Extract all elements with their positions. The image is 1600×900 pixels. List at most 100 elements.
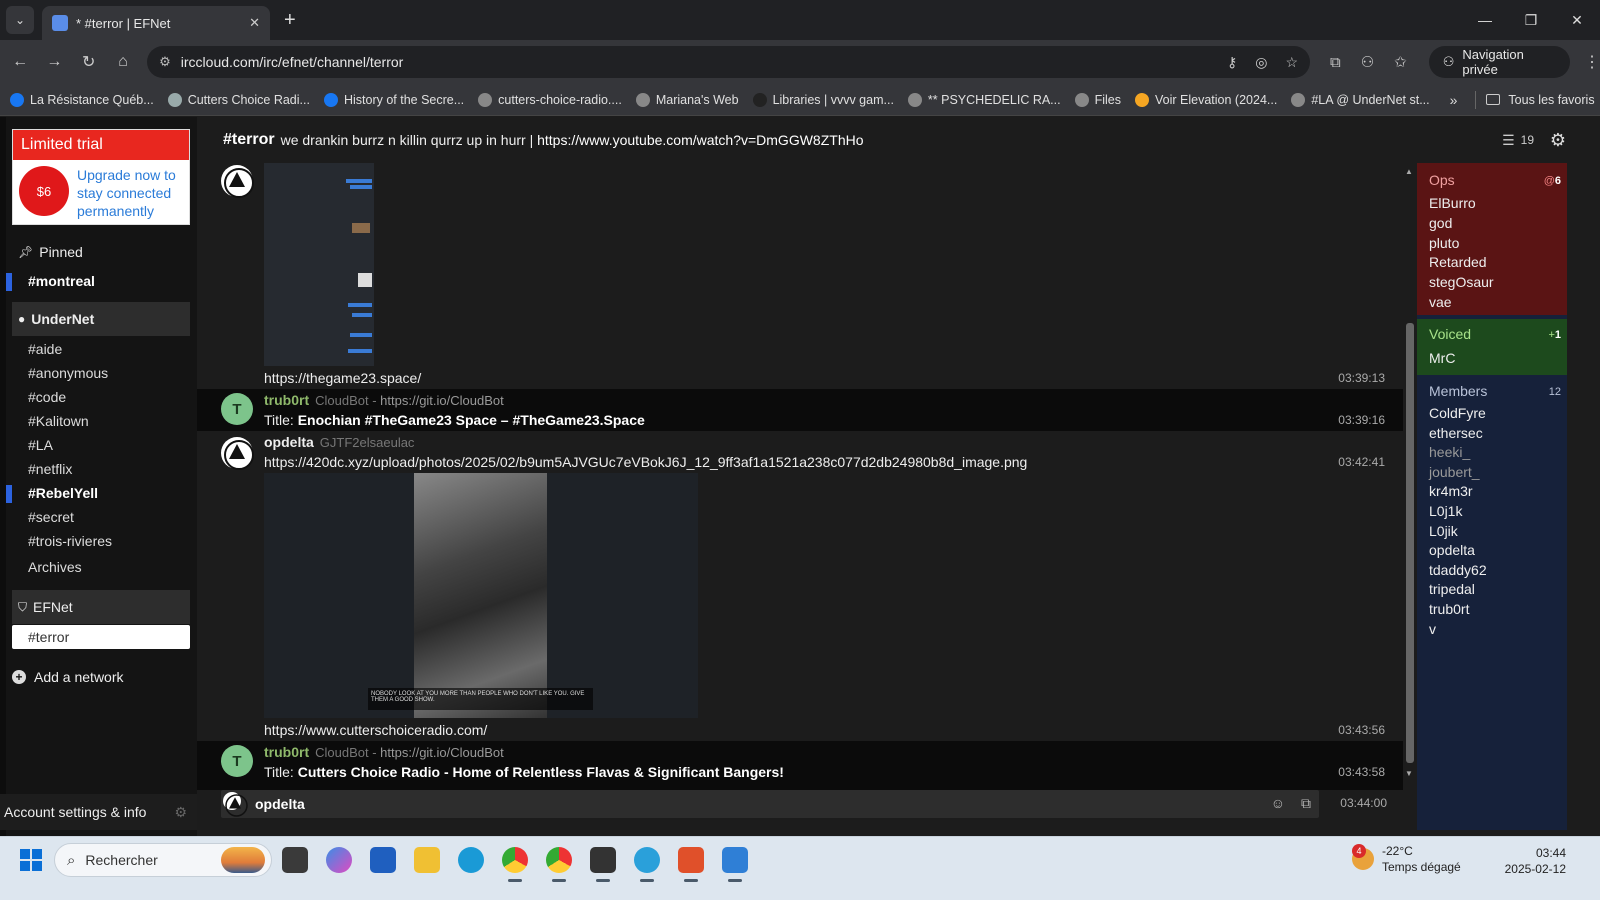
- system-clock[interactable]: 03:44 2025-02-12: [1505, 845, 1566, 877]
- user-avatar[interactable]: T: [221, 393, 253, 425]
- message-text[interactable]: https://420dc.xyz/upload/photos/2025/02/…: [264, 454, 1027, 470]
- message-input[interactable]: opdelta ☺ ⧉: [221, 790, 1319, 818]
- scroll-down-icon[interactable]: ▼: [1405, 769, 1413, 778]
- message-link[interactable]: https://420dc.xyz/upload/photos/2025/02/…: [264, 454, 1027, 470]
- user-avatar[interactable]: [221, 165, 254, 198]
- member-item[interactable]: Retarded: [1429, 254, 1487, 270]
- taskbar-search[interactable]: ⌕ Rechercher: [54, 843, 272, 877]
- browser-tab[interactable]: * #terror | EFNet ✕: [42, 6, 270, 40]
- sidebar-channel-item[interactable]: #trois-rivieres: [28, 533, 112, 549]
- message-scrollbar[interactable]: ▲ ▼: [1403, 163, 1417, 790]
- chrome-incognito-icon[interactable]: [546, 847, 572, 882]
- add-network-button[interactable]: + Add a network: [12, 669, 124, 685]
- member-item[interactable]: MrC: [1429, 350, 1455, 366]
- private-mode-badge[interactable]: ⚇ Navigation privée: [1428, 46, 1570, 78]
- task-view-icon[interactable]: [282, 847, 308, 873]
- tracking-eye-icon[interactable]: ◎: [1255, 54, 1267, 71]
- nick-text[interactable]: trub0rt: [264, 744, 309, 760]
- bookmark-item[interactable]: #LA @ UnderNet st...: [1291, 92, 1430, 107]
- member-item[interactable]: trub0rt: [1429, 601, 1469, 617]
- back-button[interactable]: ←: [6, 47, 34, 77]
- member-item[interactable]: L0jik: [1429, 523, 1458, 539]
- file-explorer-icon[interactable]: [414, 847, 440, 873]
- trial-banner[interactable]: Limited trial $6 Upgrade now to stay con…: [12, 129, 190, 225]
- message-nick[interactable]: trub0rt CloudBot - https://git.io/CloudBo…: [264, 744, 504, 760]
- sidebar-channel-item[interactable]: #anonymous: [28, 365, 108, 381]
- forward-button[interactable]: →: [40, 47, 68, 77]
- member-item[interactable]: ethersec: [1429, 425, 1483, 441]
- account-settings-button[interactable]: Account settings & info ⚙: [0, 794, 197, 830]
- all-bookmarks-button[interactable]: Tous les favoris: [1486, 93, 1595, 107]
- member-item[interactable]: v: [1429, 621, 1436, 637]
- sidebar-channel-item[interactable]: #Kalitown: [28, 413, 89, 429]
- sidebar-channel-item[interactable]: #aide: [28, 341, 62, 357]
- password-key-icon[interactable]: ⚷: [1227, 54, 1237, 71]
- new-tab-button[interactable]: +: [284, 9, 296, 32]
- message-text[interactable]: https://www.cutterschoiceradio.com/: [264, 722, 487, 738]
- bookmark-item[interactable]: History of the Secre...: [323, 92, 464, 107]
- bookmark-item[interactable]: Voir Elevation (2024...: [1135, 92, 1277, 107]
- embedded-image-thumbnail[interactable]: [264, 163, 374, 366]
- telegram-icon[interactable]: [634, 847, 660, 882]
- message-link[interactable]: https://thegame23.space/: [264, 370, 421, 386]
- sidebar-channel-item[interactable]: #LA: [28, 437, 53, 453]
- undernet-header[interactable]: ● UnderNet: [12, 302, 190, 336]
- store-icon[interactable]: [370, 847, 396, 873]
- site-info-icon[interactable]: ⚙: [159, 54, 171, 70]
- bookmark-item[interactable]: Cutters Choice Radi...: [167, 92, 310, 107]
- sidebar-channel-montreal[interactable]: #montreal: [6, 273, 95, 291]
- member-item[interactable]: vae: [1429, 294, 1452, 310]
- notepad-icon[interactable]: [722, 847, 748, 882]
- bookmark-item[interactable]: La Résistance Québ...: [10, 92, 154, 107]
- sidebar-channel-item[interactable]: #RebelYell: [6, 485, 98, 503]
- trial-price[interactable]: $6: [19, 166, 69, 216]
- windows-start-button[interactable]: [20, 849, 42, 871]
- emoji-icon[interactable]: ☺: [1271, 795, 1285, 811]
- sidebar-channel-item[interactable]: #code: [28, 389, 66, 405]
- bookmark-star-icon[interactable]: ☆: [1285, 54, 1298, 71]
- home-button[interactable]: ⌂: [109, 47, 137, 77]
- member-item[interactable]: tdaddy62: [1429, 562, 1487, 578]
- channel-settings-icon[interactable]: ⚙: [1550, 130, 1566, 151]
- close-tab-icon[interactable]: ✕: [249, 15, 260, 31]
- upload-icon[interactable]: ⧉: [1301, 795, 1311, 812]
- member-item[interactable]: ColdFyre: [1429, 405, 1486, 421]
- member-item[interactable]: kr4m3r: [1429, 483, 1473, 499]
- message-text[interactable]: https://thegame23.space/: [264, 370, 421, 386]
- message-link[interactable]: https://www.cutterschoiceradio.com/: [264, 722, 487, 738]
- incognito-icon[interactable]: ⚇: [1361, 53, 1374, 71]
- more-bookmarks-icon[interactable]: »: [1450, 92, 1458, 108]
- edge-icon[interactable]: [458, 847, 484, 873]
- tab-search-dropdown[interactable]: ⌄: [6, 6, 34, 34]
- hashtag-app-icon[interactable]: [678, 847, 704, 882]
- chrome-icon[interactable]: [502, 847, 528, 882]
- nick-text[interactable]: trub0rt: [264, 392, 309, 408]
- user-avatar[interactable]: T: [221, 745, 253, 777]
- upgrade-link[interactable]: Upgrade now to stay connected permanentl…: [77, 166, 187, 220]
- close-window-button[interactable]: ✕: [1554, 0, 1600, 40]
- bookmark-item[interactable]: Files: [1074, 92, 1121, 107]
- scroll-up-icon[interactable]: ▲: [1405, 167, 1413, 176]
- bookmark-item[interactable]: cutters-choice-radio....: [478, 92, 622, 107]
- member-item[interactable]: god: [1429, 215, 1452, 231]
- sidebar-channel-item[interactable]: #secret: [28, 509, 74, 525]
- archives-link[interactable]: Archives: [28, 559, 82, 575]
- user-avatar[interactable]: [221, 437, 254, 470]
- bookmark-item[interactable]: Mariana's Web: [635, 92, 739, 107]
- member-item[interactable]: stegOsaur: [1429, 274, 1494, 290]
- member-item[interactable]: joubert_: [1429, 464, 1480, 480]
- copilot-icon[interactable]: [326, 847, 352, 873]
- efnet-header[interactable]: ⛉ EFNet: [12, 590, 190, 624]
- media-app-icon[interactable]: [590, 847, 616, 882]
- extensions-icon[interactable]: ⧉: [1330, 54, 1341, 71]
- topic-link[interactable]: https://www.youtube.com/watch?v=DmGGW8ZT…: [537, 132, 863, 148]
- minimize-button[interactable]: —: [1462, 0, 1508, 40]
- url-bar[interactable]: ⚙ irccloud.com/irc/efnet/channel/terror …: [147, 46, 1310, 78]
- sidebar-channel-terror[interactable]: #terror: [12, 625, 190, 649]
- member-item[interactable]: opdelta: [1429, 542, 1475, 558]
- member-item[interactable]: ElBurro: [1429, 195, 1476, 211]
- nick-text[interactable]: opdelta: [264, 434, 314, 450]
- message-nick[interactable]: trub0rt CloudBot - https://git.io/CloudBo…: [264, 392, 504, 408]
- bookmark-item[interactable]: Libraries | vvvv gam...: [752, 92, 894, 107]
- member-item[interactable]: L0j1k: [1429, 503, 1462, 519]
